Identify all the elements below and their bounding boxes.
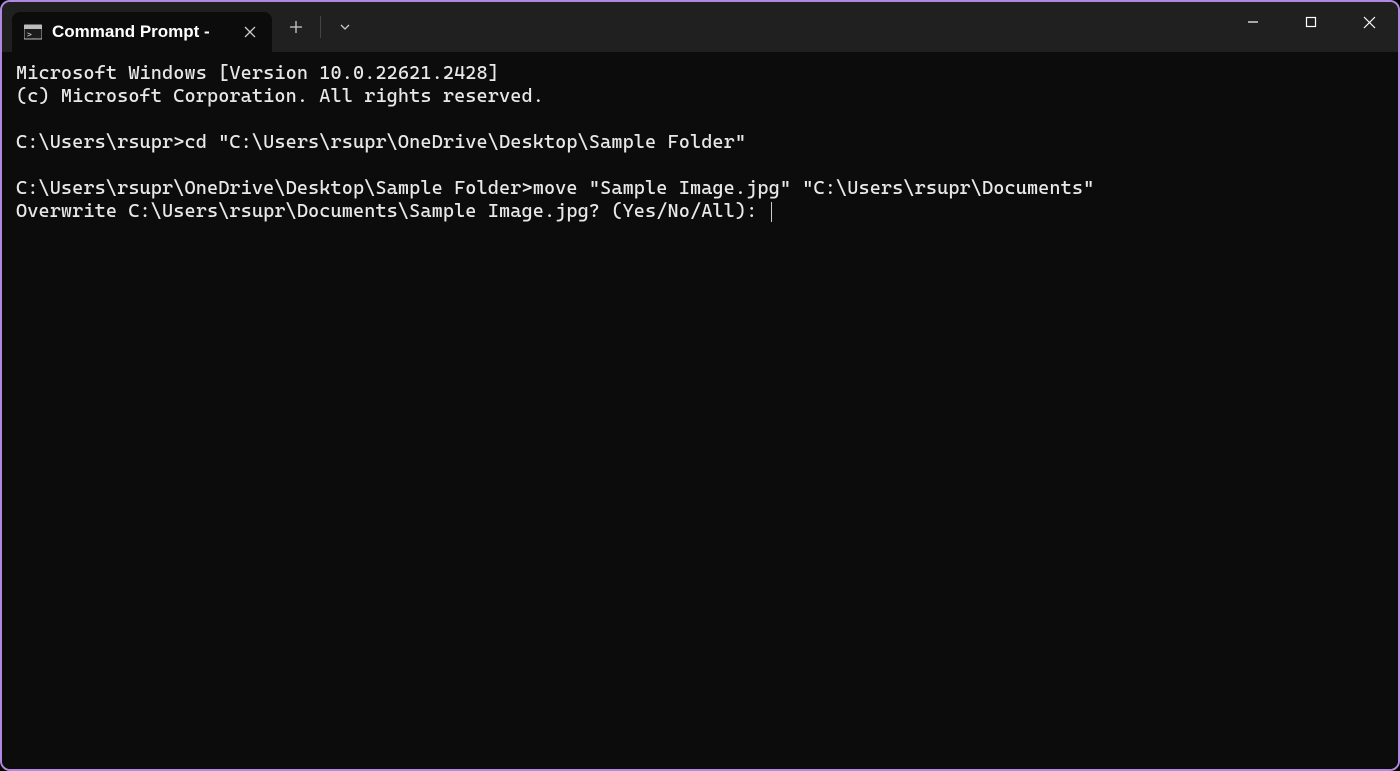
- tab-dropdown-button[interactable]: [327, 9, 363, 45]
- tab-strip: >_ Command Prompt -: [2, 2, 363, 52]
- maximize-button[interactable]: [1282, 2, 1340, 42]
- tab-active[interactable]: >_ Command Prompt -: [12, 12, 272, 52]
- close-window-button[interactable]: [1340, 2, 1398, 42]
- new-tab-button[interactable]: [278, 9, 314, 45]
- close-icon: [244, 26, 256, 38]
- divider: [320, 16, 321, 38]
- text-cursor: [771, 202, 773, 222]
- close-icon: [1363, 16, 1376, 29]
- plus-icon: [289, 20, 303, 34]
- minimize-button[interactable]: [1224, 2, 1282, 42]
- svg-text:>_: >_: [27, 30, 37, 39]
- tab-actions: [272, 2, 363, 52]
- window-controls: [1224, 2, 1398, 52]
- terminal-output[interactable]: Microsoft Windows [Version 10.0.22621.24…: [2, 52, 1398, 769]
- titlebar: >_ Command Prompt -: [2, 2, 1398, 52]
- terminal-text: Microsoft Windows [Version 10.0.22621.24…: [16, 62, 1094, 222]
- tab-title: Command Prompt -: [52, 22, 228, 42]
- tab-close-button[interactable]: [238, 20, 262, 44]
- minimize-icon: [1247, 16, 1259, 28]
- cmd-icon: >_: [24, 23, 42, 41]
- chevron-down-icon: [339, 21, 351, 33]
- maximize-icon: [1305, 16, 1317, 28]
